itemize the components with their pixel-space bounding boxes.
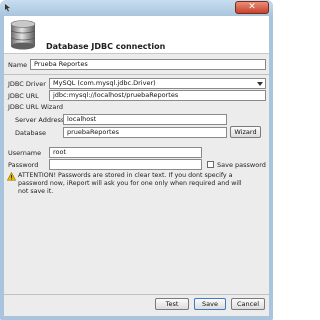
jdbc-url-field[interactable]: jdbc:mysql://localhost/pruebaReportes: [49, 90, 266, 101]
dialog-window: ✕ Database JDBC connection Name Prueba R…: [0, 0, 273, 320]
jdbc-driver-value: MySQL (com.mysql.jdbc.Driver): [53, 79, 156, 87]
server-address-field[interactable]: localhost: [63, 114, 227, 125]
title-bar[interactable]: ✕: [0, 0, 273, 16]
warning-icon: [7, 172, 16, 181]
wizard-button[interactable]: Wizard: [230, 126, 261, 138]
name-field[interactable]: Prueba Reportes: [30, 59, 266, 70]
server-address-label: Server Address: [15, 116, 65, 124]
close-icon: ✕: [248, 2, 256, 12]
password-field[interactable]: [49, 159, 202, 170]
dialog-content: Database JDBC connection Name Prueba Rep…: [4, 16, 269, 316]
jdbc-url-wizard-label: JDBC URL Wizard: [8, 103, 64, 111]
dialog-header: Database JDBC connection: [4, 16, 269, 54]
app-icon: [5, 4, 10, 12]
chevron-down-icon[interactable]: [257, 82, 263, 86]
save-password-checkbox[interactable]: [207, 161, 214, 168]
username-field[interactable]: root: [49, 147, 202, 158]
close-button[interactable]: ✕: [235, 1, 269, 14]
test-button[interactable]: Test: [155, 298, 189, 310]
jdbc-driver-select[interactable]: MySQL (com.mysql.jdbc.Driver): [49, 78, 266, 89]
database-label: Database: [15, 129, 47, 137]
name-label: Name: [8, 61, 28, 69]
window-frame-right: [269, 16, 273, 316]
section-divider: [4, 74, 269, 75]
password-label: Password: [8, 161, 39, 169]
cancel-button[interactable]: Cancel: [231, 298, 265, 310]
jdbc-url-label: JDBC URL: [8, 92, 39, 100]
save-button[interactable]: Save: [194, 298, 226, 310]
database-icon: [10, 20, 36, 50]
footer-divider: [4, 294, 269, 295]
jdbc-driver-label: JDBC Driver: [8, 80, 46, 88]
window-frame-bottom: [0, 316, 273, 320]
database-field[interactable]: pruebaReportes: [63, 127, 227, 138]
dialog-title: Database JDBC connection: [46, 42, 166, 51]
save-password-label: Save password: [217, 161, 266, 169]
password-notice: ATTENTION! Passwords are stored in clear…: [18, 172, 242, 195]
username-label: Username: [8, 149, 42, 157]
